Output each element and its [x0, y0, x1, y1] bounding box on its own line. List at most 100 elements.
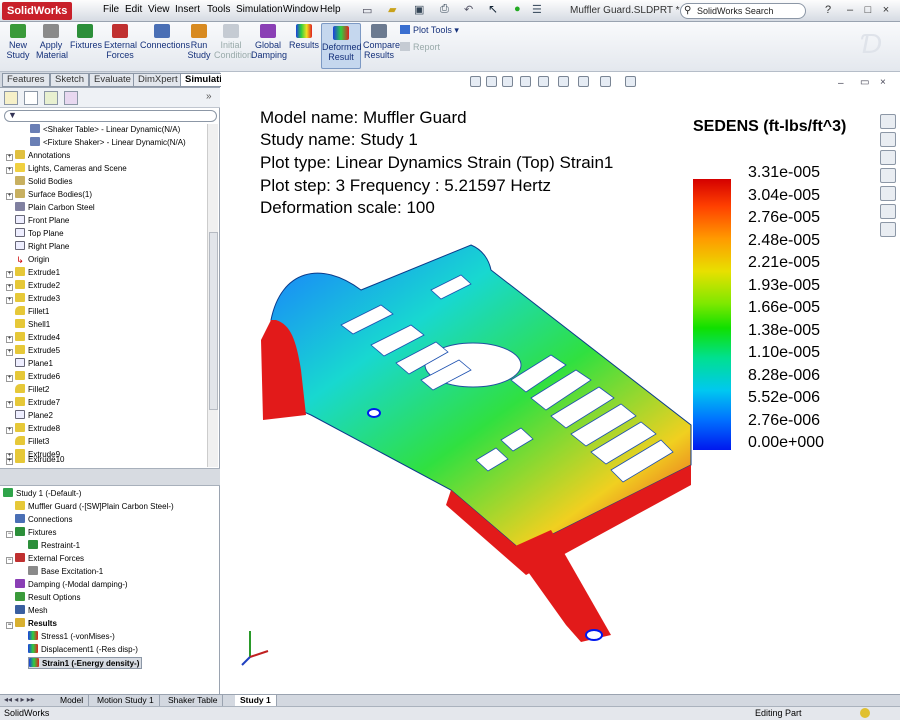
- tree-item-extrude8[interactable]: + Extrude8: [6, 423, 60, 435]
- tree-item-extrude4[interactable]: + Extrude4: [6, 332, 60, 344]
- tab-features[interactable]: Features: [2, 73, 50, 87]
- rebuild-icon[interactable]: ●: [514, 3, 521, 15]
- tree-item-extrude6[interactable]: + Extrude6: [6, 371, 60, 383]
- config-manager-icon[interactable]: [44, 91, 58, 105]
- study-item-part[interactable]: Muffler Guard (-[SW]Plain Carbon Steel-): [15, 501, 174, 513]
- connections-button[interactable]: Connections: [140, 24, 190, 50]
- study-item-damping[interactable]: Damping (-Modal damping-): [15, 579, 128, 591]
- design-library-icon[interactable]: [880, 132, 896, 147]
- tree-item-extrude2[interactable]: + Extrude2: [6, 280, 60, 292]
- menu-window[interactable]: Window: [283, 4, 319, 15]
- resources-icon[interactable]: [880, 114, 896, 129]
- expand-icon[interactable]: +: [6, 271, 13, 278]
- new-doc-icon[interactable]: ▭: [362, 4, 372, 17]
- collapse-icon[interactable]: −: [6, 557, 13, 564]
- expand-icon[interactable]: +: [6, 297, 13, 304]
- study-item-connections[interactable]: Connections: [15, 514, 72, 526]
- tree-item-extrude1[interactable]: + Extrude1: [6, 267, 60, 279]
- hide-show-items-icon[interactable]: [578, 76, 589, 87]
- viewport-minimize-icon[interactable]: –: [838, 78, 844, 89]
- expand-icon[interactable]: +: [6, 401, 13, 408]
- expand-icon[interactable]: +: [6, 284, 13, 291]
- undo-icon[interactable]: ↶: [464, 3, 473, 16]
- study-item-displacement[interactable]: Displacement1 (-Res disp-): [28, 644, 138, 656]
- previous-view-icon[interactable]: [502, 76, 513, 87]
- property-manager-icon[interactable]: [24, 91, 38, 105]
- study-item-restraint[interactable]: Restraint-1: [28, 540, 80, 552]
- muffler-guard-model[interactable]: [221, 230, 721, 650]
- run-study-button[interactable]: Run Study: [187, 24, 211, 60]
- study-item-strain[interactable]: Strain1 (-Energy density-): [28, 657, 143, 669]
- close-button[interactable]: ×: [878, 3, 894, 18]
- expand-icon[interactable]: +: [6, 193, 13, 200]
- deformed-result-button[interactable]: Deformed Result: [321, 23, 362, 69]
- rebuild-status-icon[interactable]: [860, 708, 870, 718]
- tree-item-top-plane[interactable]: Top Plane: [15, 228, 64, 240]
- study-item-fixtures[interactable]: − Fixtures: [6, 527, 56, 539]
- menu-help[interactable]: Help: [320, 4, 341, 15]
- tree-item-lights[interactable]: + Lights, Cameras and Scene: [6, 163, 127, 175]
- expand-icon[interactable]: +: [6, 375, 13, 382]
- tab-sketch[interactable]: Sketch: [50, 73, 90, 87]
- tree-item-extrude10[interactable]: + Extrude10: [6, 454, 64, 466]
- view-palette-icon[interactable]: [880, 186, 896, 201]
- tree-item-extrude3[interactable]: + Extrude3: [6, 293, 60, 305]
- tab-dimxpert[interactable]: DimXpert: [133, 73, 183, 87]
- expand-icon[interactable]: +: [6, 458, 13, 465]
- tab-evaluate[interactable]: Evaluate: [89, 73, 136, 87]
- menu-edit[interactable]: Edit: [125, 4, 142, 15]
- menu-file[interactable]: File: [103, 4, 119, 15]
- tree-item-fixture-shaker[interactable]: <Fixture Shaker> - Linear Dynamic(N/A): [30, 137, 186, 149]
- tree-item-solid-bodies[interactable]: Solid Bodies: [15, 176, 72, 188]
- section-view-icon[interactable]: [520, 76, 531, 87]
- display-style-icon[interactable]: [558, 76, 569, 87]
- tree-item-origin[interactable]: ↳ Origin: [15, 254, 49, 266]
- tab-scroll-arrows-icon[interactable]: ◂◂ ◂ ▸ ▸▸: [4, 695, 35, 704]
- view-orientation-icon[interactable]: [538, 76, 549, 87]
- tree-scrollbar[interactable]: [207, 124, 218, 467]
- tree-filter-input[interactable]: ▼: [4, 110, 217, 122]
- menu-tools[interactable]: Tools: [207, 4, 230, 15]
- menu-insert[interactable]: Insert: [175, 4, 200, 15]
- menu-simulation[interactable]: Simulation: [236, 4, 283, 15]
- tree-item-front-plane[interactable]: Front Plane: [15, 215, 69, 227]
- tree-item-extrude5[interactable]: + Extrude5: [6, 345, 60, 357]
- custom-properties-icon[interactable]: [880, 222, 896, 237]
- apply-scene-icon[interactable]: [625, 76, 636, 87]
- tab-motion-study[interactable]: Motion Study 1: [92, 695, 160, 706]
- app-logo[interactable]: SolidWorks: [2, 2, 72, 20]
- tree-item-extrude7[interactable]: + Extrude7: [6, 397, 60, 409]
- scrollbar-thumb[interactable]: [209, 232, 218, 410]
- tree-item-plane1[interactable]: Plane1: [15, 358, 53, 370]
- initial-condition-button[interactable]: Initial Condition: [214, 24, 252, 60]
- maximize-button[interactable]: □: [860, 3, 876, 18]
- appearances-icon[interactable]: [880, 204, 896, 219]
- new-study-button[interactable]: New Study: [4, 24, 32, 60]
- search-input[interactable]: ⚲ SolidWorks Search: [680, 3, 806, 19]
- study-item-base-excitation[interactable]: Base Excitation-1: [28, 566, 103, 578]
- edit-appearance-icon[interactable]: [600, 76, 611, 87]
- report-button[interactable]: Report: [400, 42, 440, 52]
- expand-icon[interactable]: +: [6, 336, 13, 343]
- tree-item-surface-bodies[interactable]: + Surface Bodies(1): [6, 189, 92, 201]
- menu-view[interactable]: View: [148, 4, 170, 15]
- expand-arrows-icon[interactable]: »: [206, 91, 212, 102]
- plot-tools-button[interactable]: Plot Tools ▾: [400, 25, 459, 36]
- options-icon[interactable]: ☰: [532, 3, 542, 16]
- open-icon[interactable]: ▰: [388, 3, 396, 16]
- dimxpert-manager-icon[interactable]: [64, 91, 78, 105]
- tab-shaker-table[interactable]: Shaker Table: [163, 695, 224, 706]
- panel-splitter[interactable]: [0, 468, 220, 486]
- external-forces-button[interactable]: External Forces: [104, 24, 137, 60]
- compare-results-button[interactable]: Compare Results: [363, 24, 400, 60]
- expand-icon[interactable]: +: [6, 154, 13, 161]
- global-damping-button[interactable]: Global Damping: [251, 24, 287, 60]
- study-item-mesh[interactable]: Mesh: [15, 605, 48, 617]
- save-icon[interactable]: ▣: [414, 3, 424, 16]
- expand-icon[interactable]: +: [6, 349, 13, 356]
- expand-icon[interactable]: +: [6, 427, 13, 434]
- help-button[interactable]: ?: [820, 3, 836, 18]
- collapse-icon[interactable]: −: [6, 531, 13, 538]
- minimize-button[interactable]: –: [842, 3, 858, 18]
- file-explorer-icon[interactable]: [880, 150, 896, 165]
